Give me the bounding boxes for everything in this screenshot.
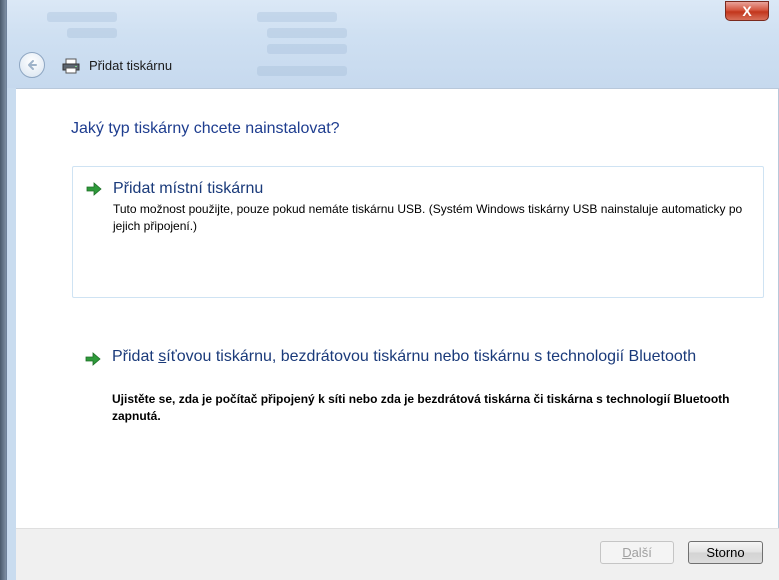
option-description: Ujistěte se, zda je počítač připojený k … bbox=[112, 392, 730, 423]
printer-icon bbox=[62, 58, 80, 74]
page-title: Jaký typ tiskárny chcete nainstalovat? bbox=[71, 120, 340, 137]
option-title: Přidat místní tiskárnu bbox=[113, 180, 264, 197]
option-description: Tuto možnost použijte, pouze pokud nemát… bbox=[113, 202, 743, 233]
option-local-printer[interactable]: Přidat místní tiskárnu Tuto možnost použ… bbox=[72, 166, 764, 298]
green-arrow-icon bbox=[86, 182, 102, 196]
add-printer-window: X Přidat tiskárnu Jaký typ tiskárny chce… bbox=[6, 0, 779, 580]
title-prefix: Přidat bbox=[112, 348, 159, 365]
next-label: alší bbox=[631, 545, 652, 560]
background-ghost-text bbox=[257, 66, 347, 76]
background-ghost-text bbox=[267, 44, 347, 54]
back-button[interactable] bbox=[19, 52, 45, 78]
title-rest: íťovou tiskárnu, bezdrátovou tiskárnu ne… bbox=[166, 348, 697, 365]
background-ghost-text bbox=[47, 12, 117, 22]
close-button[interactable]: X bbox=[725, 1, 769, 21]
title-bar: X Přidat tiskárnu bbox=[7, 0, 779, 88]
access-key: D bbox=[622, 545, 632, 560]
background-ghost-text bbox=[257, 12, 337, 22]
option-title: Přidat síťovou tiskárnu, bezdrátovou tis… bbox=[112, 346, 762, 367]
close-icon: X bbox=[742, 3, 752, 19]
back-arrow-icon bbox=[28, 60, 37, 70]
background-ghost-text bbox=[67, 28, 117, 38]
background-ghost-text bbox=[267, 28, 347, 38]
cancel-button[interactable]: Storno bbox=[688, 541, 763, 564]
option-network-printer[interactable]: Přidat síťovou tiskárnu, bezdrátovou tis… bbox=[72, 337, 764, 447]
breadcrumb: Přidat tiskárnu bbox=[89, 58, 173, 73]
next-button[interactable]: Další bbox=[600, 541, 674, 564]
wizard-content: Jaký typ tiskárny chcete nainstalovat? P… bbox=[16, 88, 779, 528]
button-bar: Další Storno bbox=[16, 528, 779, 580]
green-arrow-icon bbox=[85, 352, 101, 366]
